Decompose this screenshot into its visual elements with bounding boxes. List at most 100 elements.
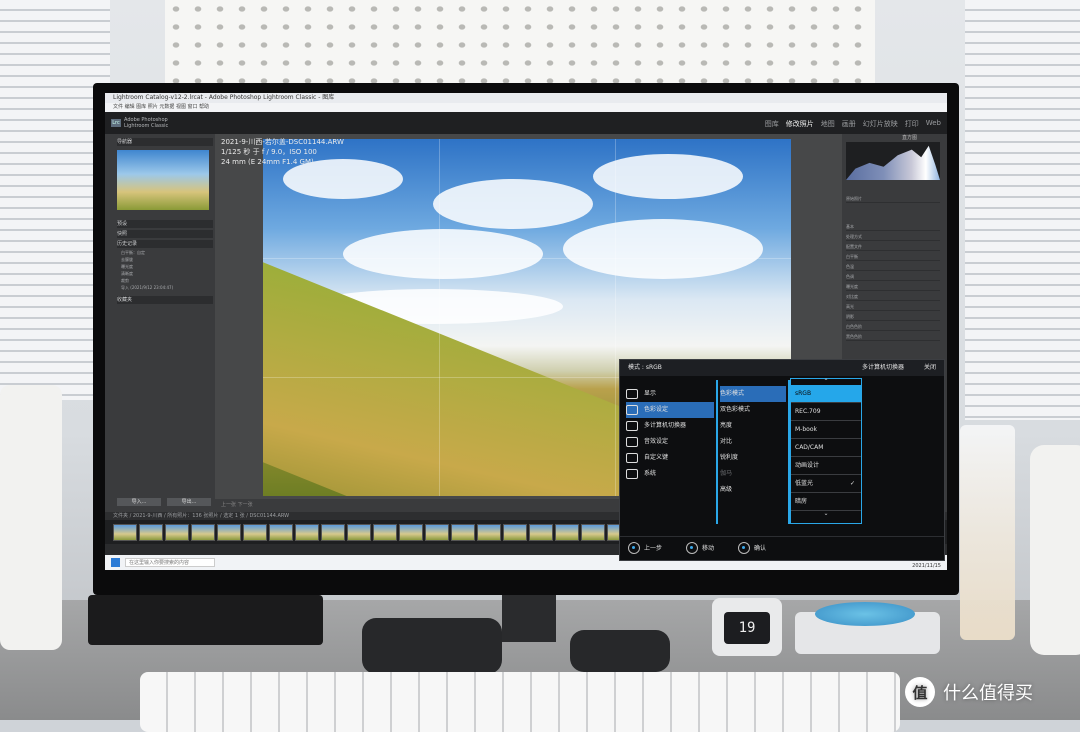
history-item[interactable]: 清晰度 [121,271,211,277]
module-map[interactable]: 地图 [821,119,835,129]
film-thumbnail[interactable] [581,524,605,541]
film-thumbnail[interactable] [451,524,475,541]
photo-lens: 24 mm (E 24mm F1.4 GM) [221,158,314,166]
osd-option-animation[interactable]: 动画设计 [791,457,861,475]
film-thumbnail[interactable] [503,524,527,541]
develop-row[interactable]: 曝光度 [846,284,940,291]
film-thumbnail[interactable] [243,524,267,541]
module-library[interactable]: 图库 [765,119,779,129]
develop-row[interactable]: 高光 [846,304,940,311]
taskbar-search-input[interactable]: 在这里输入你要搜索的内容 [125,558,215,567]
film-thumbnail[interactable] [555,524,579,541]
develop-row[interactable]: 原始照片 [846,196,940,203]
develop-row[interactable]: 阴影 [846,314,940,321]
osd-submenu-brightness[interactable]: 亮度 [720,418,786,434]
film-thumbnail[interactable] [399,524,423,541]
module-web[interactable]: Web [926,119,941,129]
develop-row[interactable]: 色调 [846,274,940,281]
osd-menu-display[interactable]: 显示 [626,386,714,402]
film-thumbnail[interactable] [347,524,371,541]
film-thumbnail[interactable] [191,524,215,541]
film-thumbnail[interactable] [373,524,397,541]
joystick-icon [686,541,699,554]
navigator-header[interactable]: 导航器 [117,138,213,146]
osd-menu-color-settings[interactable]: 色彩设定 [626,402,714,418]
osd-option-cadcam[interactable]: CAD/CAM [791,439,861,457]
import-button[interactable]: 导入... [117,498,161,506]
osd-submenu-dual-color[interactable]: 双色彩模式 [720,402,786,418]
histogram-curve [846,145,940,180]
osd-option-label: 动画设计 [795,462,820,469]
film-thumbnail[interactable] [295,524,319,541]
osd-back-hint[interactable]: 上一步 [628,541,662,554]
develop-row[interactable]: 基本 [846,224,940,231]
osd-menu-custom-key[interactable]: 自定义键 [626,450,714,466]
monitor-osd-menu: 模式 : sRGB 多计算机切换器 关闭 显示 色彩设定 多计算机切换器 音效设… [619,359,945,561]
osd-submenu-advanced[interactable]: 高级 [720,482,786,498]
osd-option-srgb[interactable]: sRGB [791,385,861,403]
presets-header[interactable]: 预设 [117,220,213,228]
film-thumbnail[interactable] [321,524,345,541]
left-panel: 导航器 预设 快照 历史记录 白平衡：自定 去朦胧 曝光度 清晰度 裁剪 导入 … [105,134,215,512]
osd-menu-kvm[interactable]: 多计算机切换器 [626,418,714,434]
osd-option-rec709[interactable]: REC.709 [791,403,861,421]
lightroom-header: Lrc Adobe Photoshop Lightroom Classic 图库… [105,112,947,134]
film-thumbnail[interactable] [113,524,137,541]
film-thumbnail[interactable] [477,524,501,541]
crop-grid-line [615,139,616,496]
osd-submenu-gamma[interactable]: 伽马 [720,466,786,482]
osd-menu-audio[interactable]: 音效设定 [626,434,714,450]
module-book[interactable]: 画册 [842,119,856,129]
window-blind-right [965,0,1080,420]
crop-grid-line [263,258,791,259]
develop-row[interactable]: 配置文件 [846,244,940,251]
osd-submenu-color-mode[interactable]: 色彩模式 [720,386,786,402]
tray-date: 2021/11/15 [912,563,941,569]
film-thumbnail[interactable] [425,524,449,541]
develop-row[interactable]: 对比度 [846,294,940,301]
osd-submenu-sharpness[interactable]: 锐利度 [720,450,786,466]
windows-start-icon[interactable] [111,558,120,567]
osd-option-darkroom[interactable]: 暗房 [791,493,861,511]
module-slideshow[interactable]: 幻灯片放映 [863,119,898,129]
module-develop[interactable]: 修改照片 [786,119,814,129]
develop-row[interactable]: 黑色色阶 [846,334,940,341]
history-item[interactable]: 导入 (2021/9/12 23:04:47) [121,285,211,291]
osd-menu-system[interactable]: 系统 [626,466,714,482]
menu-bar[interactable]: 文件 编辑 图库 照片 元数据 视图 窗口 帮助 [105,103,947,112]
history-item[interactable]: 曝光度 [121,264,211,270]
snapshots-header[interactable]: 快照 [117,230,213,238]
lightroom-brand: Adobe Photoshop Lightroom Classic [124,117,168,129]
film-thumbnail[interactable] [269,524,293,541]
collections-header[interactable]: 收藏夹 [117,296,213,304]
export-button[interactable]: 导出... [167,498,211,506]
film-thumbnail[interactable] [217,524,241,541]
osd-option-low-blue-light[interactable]: 低蓝光 ✓ [791,475,861,493]
module-print[interactable]: 打印 [905,119,919,129]
develop-row[interactable]: 白平衡 [846,254,940,261]
history-item[interactable]: 白平衡：自定 [121,250,211,256]
history-header[interactable]: 历史记录 [117,240,213,248]
history-item[interactable]: 裁剪 [121,278,211,284]
osd-confirm-hint[interactable]: 确认 [738,541,766,554]
chevron-down-icon[interactable]: ⌄ [791,511,861,517]
film-thumbnail[interactable] [529,524,553,541]
photo-exposure: 1/125 秒 于 f / 9.0，ISO 100 [221,148,317,156]
develop-row[interactable]: 白色色阶 [846,324,940,331]
develop-row[interactable]: 处理方式 [846,234,940,241]
osd-submenu-contrast[interactable]: 对比 [720,434,786,450]
osd-main-menu: 显示 色彩设定 多计算机切换器 音效设定 自定义键 系统 [626,386,714,482]
speaker-left [0,385,62,650]
osd-mode-indicator: 模式 : sRGB [628,364,662,371]
osd-option-mbook[interactable]: M-book [791,421,861,439]
film-thumbnail[interactable] [139,524,163,541]
film-thumbnail[interactable] [165,524,189,541]
histogram [846,142,940,180]
pegboard [165,0,875,90]
navigator-thumbnail[interactable] [117,150,209,210]
history-item[interactable]: 去朦胧 [121,257,211,263]
joystick-icon [738,541,751,554]
osd-move-hint[interactable]: 移动 [686,541,714,554]
develop-row[interactable]: 色温 [846,264,940,271]
osd-close-button[interactable]: 关闭 [924,360,936,376]
